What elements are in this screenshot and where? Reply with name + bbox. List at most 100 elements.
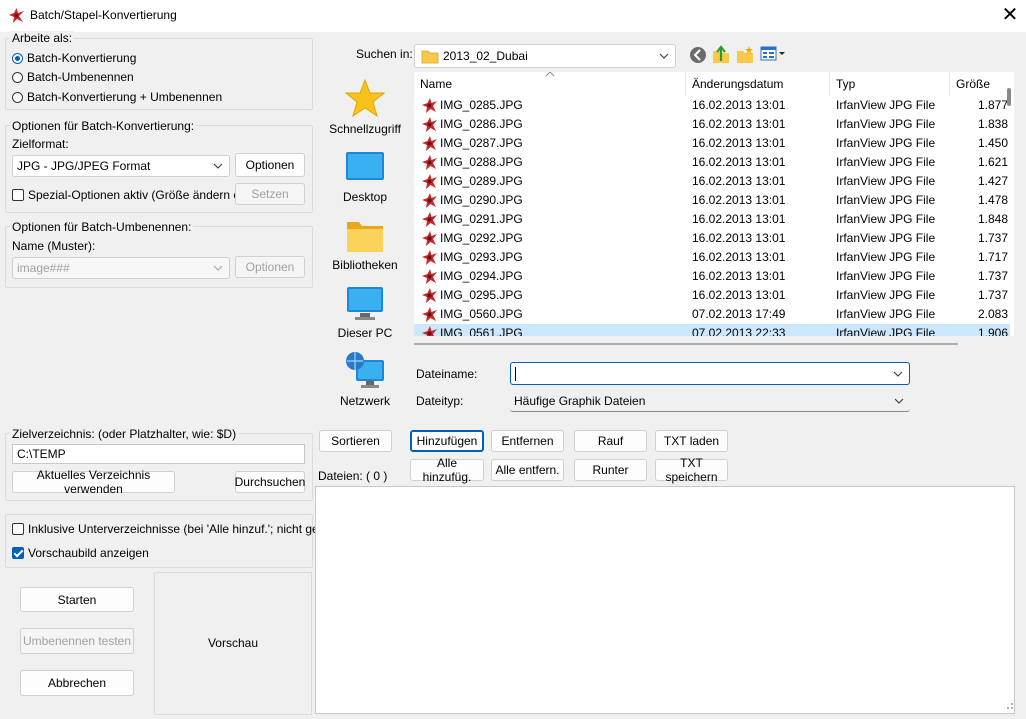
jpg-file-icon	[422, 136, 437, 151]
file-type: IrfanView JPG File	[836, 98, 936, 112]
filetype-select[interactable]: Häufige Graphik Dateien	[510, 390, 910, 412]
jpg-file-icon	[422, 155, 437, 170]
file-date: 16.02.2013 13:01	[692, 98, 786, 112]
up-folder-icon[interactable]	[712, 45, 730, 64]
this-pc-icon	[347, 287, 383, 320]
add-all-button[interactable]: Alle hinzufüg.	[410, 456, 484, 484]
file-row[interactable]: IMG_0560.JPG 07.02.2013 17:49 IrfanView JP…	[414, 305, 1010, 324]
include-subdirs-checkbox[interactable]: Inklusive Unterverzeichnisse (bei 'Alle …	[12, 522, 339, 536]
chevron-down-icon	[893, 371, 903, 377]
file-type: IrfanView JPG File	[836, 193, 936, 207]
file-size: 1.737	[978, 269, 1009, 283]
file-date: 16.02.2013 13:01	[692, 193, 786, 207]
checkbox-indicator	[12, 523, 24, 535]
file-size: 1.717	[978, 250, 1009, 264]
filename-input[interactable]	[510, 362, 910, 385]
place-label: Schnellzugriff	[329, 122, 401, 136]
place-libraries[interactable]: Bibliotheken	[322, 218, 408, 272]
jpg-file-icon	[422, 288, 437, 303]
jpg-file-icon	[422, 174, 437, 189]
sort-button[interactable]: Sortieren	[319, 430, 392, 452]
back-icon[interactable]	[689, 46, 707, 64]
sort-indicator-icon	[545, 72, 555, 77]
column-header-size[interactable]: Größe	[950, 72, 1014, 96]
close-icon[interactable]: ✕	[994, 2, 1026, 30]
browse-button[interactable]: Durchsuchen	[235, 471, 305, 493]
chevron-down-icon	[659, 53, 669, 59]
file-row[interactable]: IMG_0285.JPG 16.02.2013 13:01 IrfanView JP…	[414, 96, 1010, 115]
place-desktop[interactable]: Desktop	[322, 150, 408, 204]
view-menu-icon[interactable]	[760, 46, 786, 62]
radio-label: Batch-Konvertierung + Umbenennen	[27, 90, 223, 104]
start-button[interactable]: Starten	[20, 587, 134, 612]
desktop-icon	[346, 152, 384, 180]
up-button[interactable]: Rauf	[574, 430, 647, 452]
file-list[interactable]: Name Änderungsdatum Typ Größe IMG_0285.J…	[414, 72, 1014, 336]
file-date: 16.02.2013 13:01	[692, 269, 786, 283]
set-button[interactable]: Setzen	[235, 183, 305, 205]
jpg-file-icon	[422, 307, 437, 322]
place-quick-access[interactable]: Schnellzugriff	[322, 78, 408, 136]
file-row[interactable]: IMG_0294.JPG 16.02.2013 13:01 IrfanView JP…	[414, 267, 1010, 286]
column-header-date[interactable]: Änderungsdatum	[686, 72, 830, 96]
file-row[interactable]: IMG_0289.JPG 16.02.2013 13:01 IrfanView JP…	[414, 172, 1010, 191]
name-pattern-select[interactable]: image###	[12, 257, 230, 279]
test-rename-button[interactable]: Umbenennen testen	[20, 628, 134, 654]
file-row[interactable]: IMG_0293.JPG 16.02.2013 13:01 IrfanView JP…	[414, 248, 1010, 267]
file-type: IrfanView JPG File	[836, 136, 936, 150]
file-name: IMG_0293.JPG	[440, 250, 523, 264]
file-row[interactable]: IMG_0287.JPG 16.02.2013 13:01 IrfanView JP…	[414, 134, 1010, 153]
file-list-hscrollbar[interactable]	[414, 343, 958, 345]
column-header-type[interactable]: Typ	[830, 72, 950, 96]
preview-label: Vorschau	[207, 636, 259, 650]
file-date: 16.02.2013 13:01	[692, 212, 786, 226]
radio-batch-convert[interactable]: Batch-Konvertierung	[12, 51, 136, 65]
special-options-checkbox[interactable]: Spezial-Optionen aktiv (Größe ändern etc…	[12, 188, 257, 202]
file-name: IMG_0286.JPG	[440, 117, 523, 131]
load-txt-button[interactable]: TXT laden	[655, 430, 728, 452]
place-network[interactable]: Netzwerk	[322, 350, 408, 408]
target-format-select[interactable]: JPG - JPG/JPEG Format	[12, 155, 230, 177]
down-button[interactable]: Runter	[574, 459, 647, 481]
file-row[interactable]: IMG_0291.JPG 16.02.2013 13:01 IrfanView JP…	[414, 210, 1010, 229]
libraries-icon	[347, 222, 383, 252]
chevron-down-icon	[213, 163, 223, 169]
radio-indicator	[12, 71, 23, 83]
cancel-button[interactable]: Abbrechen	[20, 670, 134, 696]
show-preview-checkbox[interactable]: Vorschaubild anzeigen	[12, 546, 149, 560]
place-this-pc[interactable]: Dieser PC	[322, 286, 408, 340]
file-row[interactable]: IMG_0292.JPG 16.02.2013 13:01 IrfanView JP…	[414, 229, 1010, 248]
file-name: IMG_0287.JPG	[440, 136, 523, 150]
resize-grip-icon[interactable]	[1004, 700, 1014, 710]
rename-options-button[interactable]: Optionen	[235, 256, 305, 278]
file-name: IMG_0285.JPG	[440, 98, 523, 112]
radio-batch-rename[interactable]: Batch-Umbenennen	[12, 70, 134, 84]
file-type: IrfanView JPG File	[836, 212, 936, 226]
include-subdirs-label: Inklusive Unterverzeichnisse (bei 'Alle …	[28, 522, 339, 536]
file-size: 1.737	[978, 231, 1009, 245]
file-name: IMG_0295.JPG	[440, 288, 523, 302]
folder-select[interactable]: 2013_02_Dubai	[414, 44, 676, 68]
target-dir-input[interactable]: C:\TEMP	[12, 444, 305, 464]
file-row[interactable]: IMG_0288.JPG 16.02.2013 13:01 IrfanView JP…	[414, 153, 1010, 172]
new-folder-icon[interactable]	[736, 45, 754, 64]
remove-button[interactable]: Entfernen	[491, 430, 564, 452]
checkbox-indicator	[12, 547, 24, 559]
use-current-dir-button[interactable]: Aktuelles Verzeichnis verwenden	[12, 468, 175, 496]
save-txt-button[interactable]: TXT speichern	[655, 456, 728, 484]
radio-batch-convert-rename[interactable]: Batch-Konvertierung + Umbenennen	[12, 90, 222, 104]
add-button[interactable]: Hinzufügen	[410, 430, 484, 452]
file-size: 1.737	[978, 288, 1009, 302]
file-row[interactable]: IMG_0295.JPG 16.02.2013 13:01 IrfanView JP…	[414, 286, 1010, 305]
filename-label: Dateiname:	[416, 367, 478, 381]
file-row[interactable]: IMG_0286.JPG 16.02.2013 13:01 IrfanView JP…	[414, 115, 1010, 134]
file-row[interactable]: IMG_0290.JPG 16.02.2013 13:01 IrfanView JP…	[414, 191, 1010, 210]
radio-indicator	[12, 91, 23, 103]
files-to-process-list[interactable]	[315, 486, 1015, 714]
convert-options-button[interactable]: Optionen	[235, 153, 305, 177]
file-list-scrollbar-thumb[interactable]	[1007, 88, 1011, 106]
file-row[interactable]: IMG_0561.JPG 07.02.2013 22:33 IrfanView JP…	[414, 324, 1010, 336]
remove-all-button[interactable]: Alle entfern.	[491, 459, 564, 481]
file-date: 16.02.2013 13:01	[692, 136, 786, 150]
file-type: IrfanView JPG File	[836, 307, 936, 321]
